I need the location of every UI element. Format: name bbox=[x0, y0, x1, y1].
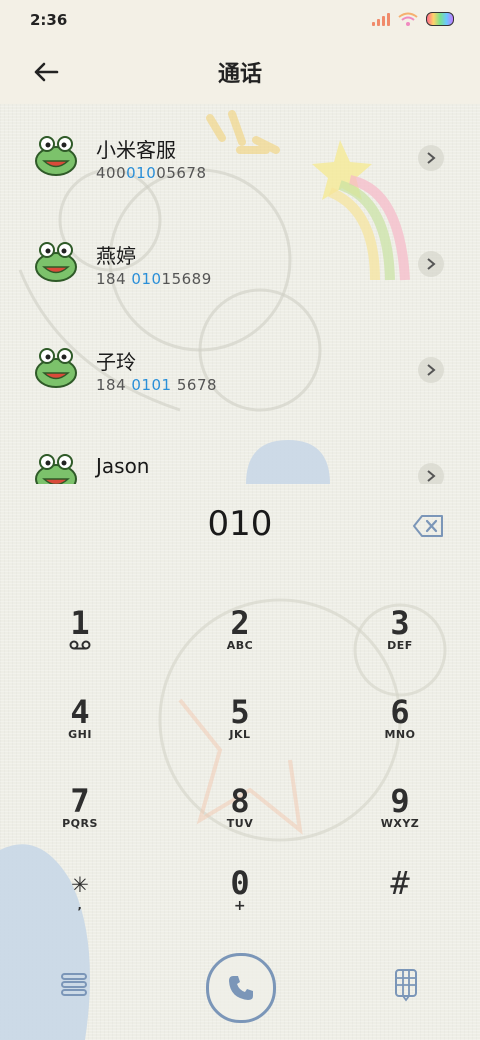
key-letters: + bbox=[233, 898, 247, 914]
contact-name: 燕婷 bbox=[96, 244, 136, 268]
key-3[interactable]: 3 DEF bbox=[340, 606, 460, 680]
contact-item[interactable]: 子玲 184 0101 5678 bbox=[0, 316, 480, 422]
key-digit: 2 bbox=[230, 604, 250, 642]
status-icons bbox=[372, 12, 454, 26]
key-digit: # bbox=[390, 864, 410, 902]
key-digit: 4 bbox=[70, 693, 90, 731]
key-hash[interactable]: # bbox=[340, 866, 460, 940]
backspace-icon[interactable] bbox=[412, 514, 444, 538]
key-letters: , bbox=[77, 899, 83, 912]
key-letters: PQRS bbox=[62, 817, 98, 830]
key-8[interactable]: 8 TUV bbox=[180, 784, 300, 858]
key-digit: 5 bbox=[230, 693, 250, 731]
key-digit: 1 bbox=[70, 604, 90, 642]
key-digit: 7 bbox=[70, 782, 90, 820]
key-5[interactable]: 5 JKL bbox=[180, 695, 300, 769]
contact-item[interactable]: 燕婷 184 01015689 bbox=[0, 210, 480, 316]
phone-icon bbox=[229, 976, 253, 1000]
contact-item[interactable]: Jason bbox=[0, 422, 480, 484]
key-digit: ✳ bbox=[71, 866, 89, 899]
page-title: 通话 bbox=[217, 62, 262, 87]
status-bar: 2:36 bbox=[0, 0, 480, 40]
key-digit: 6 bbox=[390, 693, 410, 731]
chevron-right-icon bbox=[427, 364, 436, 376]
contact-number: 184 0101 5678 bbox=[96, 376, 218, 394]
key-0[interactable]: 0 + bbox=[180, 866, 300, 940]
key-letters: ABC bbox=[226, 639, 254, 652]
voicemail-icon bbox=[69, 640, 91, 650]
key-letters: JKL bbox=[229, 728, 251, 741]
contact-detail-button[interactable] bbox=[418, 145, 444, 171]
key-digit: 3 bbox=[390, 604, 410, 642]
key-star[interactable]: ✳ , bbox=[20, 866, 140, 940]
contact-number: 184 01015689 bbox=[96, 270, 212, 288]
contact-detail-button[interactable] bbox=[418, 463, 444, 484]
key-digit: 8 bbox=[230, 782, 250, 820]
keypad-grid-icon[interactable] bbox=[388, 966, 424, 1002]
contact-detail-button[interactable] bbox=[418, 251, 444, 277]
key-1[interactable]: 1 bbox=[20, 606, 140, 680]
frog-avatar-icon bbox=[35, 454, 77, 484]
contact-number: 40001005678 bbox=[96, 164, 207, 182]
contact-name: Jason bbox=[96, 454, 150, 478]
key-7[interactable]: 7 PQRS bbox=[20, 784, 140, 858]
header: 通话 bbox=[0, 40, 480, 104]
frog-avatar-icon bbox=[35, 348, 77, 388]
key-letters: DEF bbox=[387, 639, 413, 652]
contact-suggestions-list: 小米客服 40001005678 燕婷 184 01015689 子玲 184 … bbox=[0, 104, 480, 484]
key-4[interactable]: 4 GHI bbox=[20, 695, 140, 769]
key-9[interactable]: 9 WXYZ bbox=[340, 784, 460, 858]
chevron-right-icon bbox=[427, 152, 436, 164]
signal-icon bbox=[372, 12, 390, 26]
menu-lines-icon[interactable] bbox=[56, 966, 92, 1002]
contact-name: 小米客服 bbox=[96, 138, 176, 162]
wifi-icon bbox=[398, 12, 418, 26]
chevron-right-icon bbox=[427, 470, 436, 482]
key-digit: 9 bbox=[390, 782, 410, 820]
key-letters: WXYZ bbox=[380, 817, 420, 830]
frog-avatar-icon bbox=[35, 242, 77, 282]
contact-name: 子玲 bbox=[96, 350, 136, 374]
chevron-right-icon bbox=[427, 258, 436, 270]
contact-item[interactable]: 小米客服 40001005678 bbox=[0, 104, 480, 210]
key-letters: MNO bbox=[384, 728, 416, 741]
status-time: 2:36 bbox=[30, 11, 68, 29]
dialed-number: 010 bbox=[207, 504, 273, 544]
contact-detail-button[interactable] bbox=[418, 357, 444, 383]
key-6[interactable]: 6 MNO bbox=[340, 695, 460, 769]
key-letters: GHI bbox=[68, 728, 92, 741]
frog-avatar-icon bbox=[35, 136, 77, 176]
key-2[interactable]: 2 ABC bbox=[180, 606, 300, 680]
key-letters: TUV bbox=[226, 817, 254, 830]
call-button[interactable] bbox=[206, 953, 276, 1023]
key-digit: 0 bbox=[230, 864, 250, 902]
battery-icon bbox=[426, 12, 454, 26]
